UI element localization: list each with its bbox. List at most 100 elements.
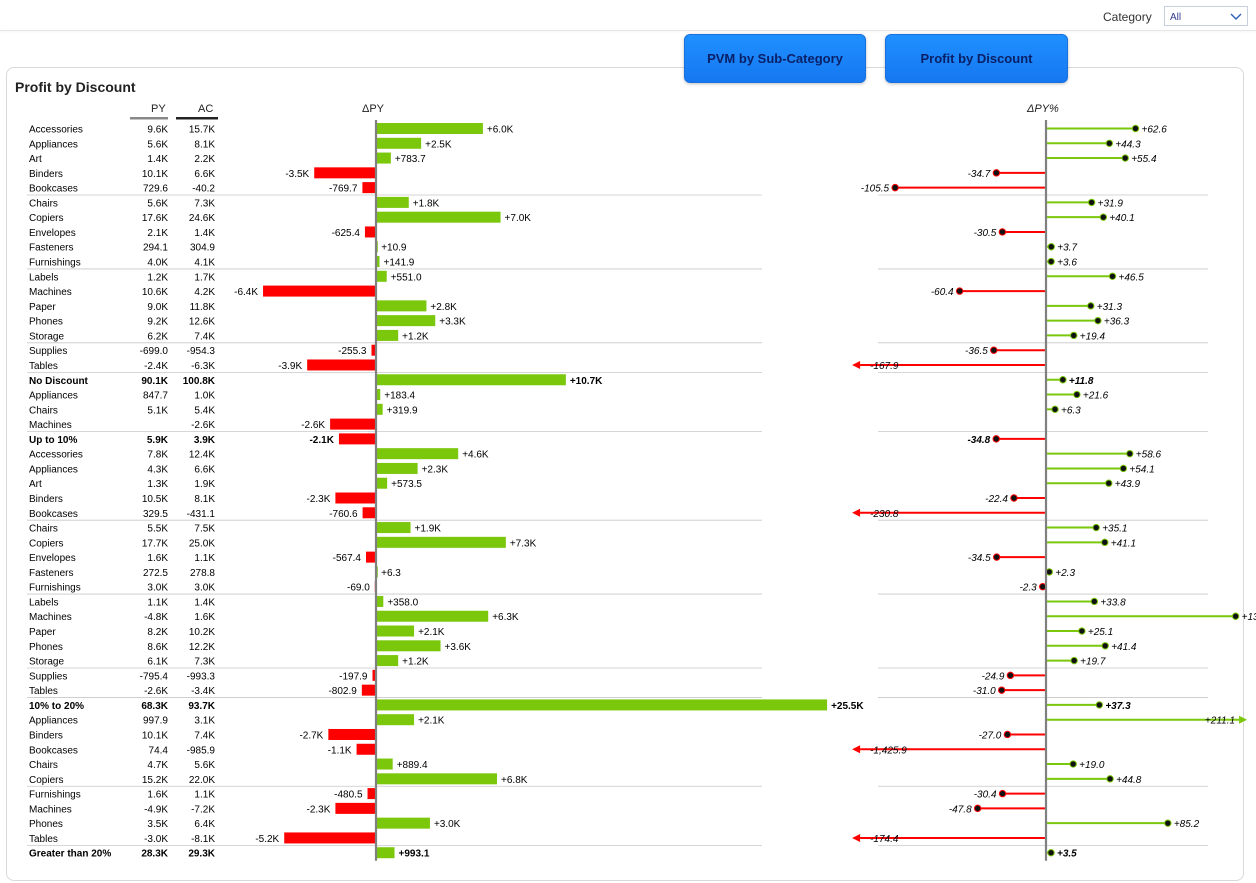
- delta-py-label: +7.0K: [505, 213, 532, 224]
- overflow-arrow: [852, 360, 861, 369]
- row-label: Storage: [29, 657, 64, 668]
- ac-value: 11.8K: [190, 302, 216, 313]
- delta-pct-label: -167.9: [870, 361, 899, 372]
- py-value: -2.6K: [144, 686, 168, 697]
- delta-py-label: -760.6: [329, 509, 358, 520]
- delta-py-bar: [335, 802, 376, 814]
- delta-py-label: -769.7: [329, 184, 358, 195]
- row-label: Furnishings: [29, 790, 81, 801]
- delta-pct-dot: [1164, 819, 1172, 827]
- delta-py-label: -5.2K: [255, 834, 279, 845]
- delta-pct-dot: [1047, 849, 1055, 857]
- py-value: -3.0K: [144, 834, 168, 845]
- delta-pct-label: -174.4: [870, 834, 899, 845]
- delta-py-bar: [377, 196, 409, 208]
- delta-pct-dot: [1092, 523, 1100, 532]
- py-value: 5.9K: [147, 435, 169, 446]
- delta-py-bar: [377, 847, 395, 859]
- delta-py-label: +7.3K: [510, 538, 537, 549]
- ac-value: 7.3K: [194, 657, 215, 668]
- ac-value: 7.3K: [194, 198, 215, 209]
- delta-py-label: +783.7: [395, 154, 426, 165]
- delta-py-bar: [284, 832, 376, 844]
- py-value: -795.4: [140, 671, 169, 682]
- ac-value: 6.6K: [194, 464, 215, 475]
- ac-value: 8.1K: [194, 494, 215, 505]
- delta-pct-dot: [1059, 376, 1067, 384]
- delta-pct-label: -34.7: [968, 169, 991, 180]
- delta-py-bar: [362, 182, 376, 194]
- delta-py-bar: [377, 536, 506, 548]
- py-value: 8.6K: [147, 642, 168, 653]
- delta-py-label: -625.4: [332, 228, 361, 239]
- delta-pct-dot: [1047, 243, 1055, 251]
- delta-py-label: +573.5: [391, 479, 422, 490]
- py-value: 329.5: [143, 509, 168, 520]
- row-label: Furnishings: [29, 258, 81, 269]
- ac-value: 1.4K: [194, 597, 215, 608]
- delta-py-label: +25.5K: [831, 701, 864, 712]
- delta-py-bar: [377, 595, 384, 607]
- delta-py-label: -255.3: [338, 346, 367, 357]
- py-value: 9.0K: [147, 302, 168, 313]
- ac-value: 1.7K: [194, 272, 215, 283]
- delta-pct-dot: [1051, 405, 1059, 414]
- py-header-underline: [130, 117, 168, 120]
- row-label: Tables: [29, 686, 58, 697]
- delta-py-bar: [377, 256, 380, 268]
- ac-value: 5.4K: [194, 405, 215, 416]
- py-value: 4.3K: [147, 464, 168, 475]
- delta-pct-label: -2.3: [1019, 583, 1037, 594]
- py-value: 90.1K: [141, 376, 168, 387]
- delta-pct-label: +31.9: [1098, 198, 1124, 209]
- row-label: No Discount: [29, 376, 89, 387]
- py-value: 294.1: [143, 243, 168, 254]
- row-label: Phones: [29, 819, 63, 830]
- delta-pct-label: +3.5: [1057, 849, 1077, 860]
- ac-value: 1.0K: [194, 391, 215, 402]
- row-label: Bookcases: [29, 509, 78, 520]
- delta-py-label: +141.9: [384, 258, 415, 269]
- delta-pct-dot: [1073, 390, 1081, 399]
- delta-py-bar: [377, 300, 427, 312]
- delta-py-bar: [377, 640, 441, 652]
- row-label: Tables: [29, 361, 58, 372]
- ac-value: -40.2: [192, 184, 215, 195]
- delta-pct-label: +3.7: [1057, 243, 1077, 254]
- delta-pct-dot: [1126, 449, 1134, 458]
- delta-pct-label: +54.1: [1129, 464, 1154, 475]
- row-label: Up to 10%: [29, 435, 77, 446]
- delta-py-bar: [330, 418, 376, 430]
- delta-py-bar: [377, 610, 489, 622]
- ac-value: 24.6K: [189, 213, 215, 224]
- row-label: Labels: [29, 272, 58, 283]
- delta-pct-label: +43.9: [1115, 479, 1141, 490]
- py-value: 15.2K: [142, 775, 168, 786]
- row-label: Paper: [29, 627, 56, 638]
- ac-value: 3.1K: [194, 716, 215, 727]
- ac-value: 3.9K: [194, 435, 216, 446]
- delta-pct-dot: [1099, 213, 1108, 221]
- overflow-arrow: [852, 833, 861, 842]
- delta-py-bar: [314, 167, 376, 179]
- py-value: 6.2K: [147, 331, 168, 342]
- delta-py-label: +2.1K: [418, 716, 445, 727]
- overflow-arrow: [1239, 715, 1248, 724]
- row-label: 10% to 20%: [29, 701, 84, 712]
- delta-pct-dot: [1106, 775, 1114, 783]
- delta-py-bar: [377, 566, 378, 578]
- py-value: -2.4K: [144, 361, 168, 372]
- delta-pct-label: +62.6: [1142, 125, 1168, 136]
- delta-py-bar: [377, 374, 566, 386]
- ac-value: 6.4K: [194, 819, 215, 830]
- ac-value: -7.2K: [191, 804, 215, 815]
- delta-py-bar: [328, 728, 376, 740]
- delta-py-bar: [377, 462, 418, 474]
- delta-pct-label: +41.1: [1111, 538, 1136, 549]
- row-label: Accessories: [29, 450, 83, 461]
- delta-pct-dot: [1006, 671, 1015, 680]
- row-label: Appliances: [29, 464, 78, 475]
- row-label: Art: [29, 154, 42, 165]
- py-value: 997.9: [143, 716, 168, 727]
- delta-pct-label: +55.4: [1131, 154, 1157, 165]
